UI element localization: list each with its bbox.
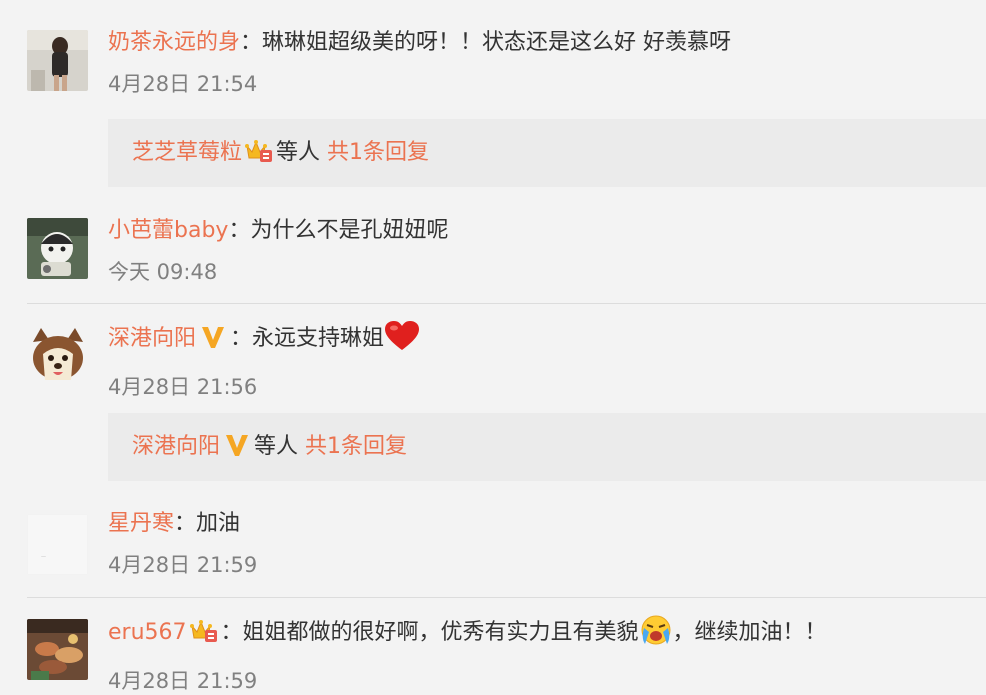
avatar[interactable] xyxy=(27,30,88,91)
crying-face-emoji-icon xyxy=(639,614,673,655)
colon: ： xyxy=(228,218,251,243)
comment-text-tail: ，继续加油！！ xyxy=(672,620,827,645)
reply-middle-text: 等人 xyxy=(254,434,299,459)
colon: ： xyxy=(240,30,263,55)
avatar[interactable] xyxy=(27,619,88,680)
username-link[interactable]: eru567 xyxy=(108,620,187,645)
comment-time: 4月28日 21:54 xyxy=(108,72,258,96)
reply-username-link[interactable]: 芝芝草莓粒 xyxy=(132,140,242,165)
crown-member-badge-icon xyxy=(244,138,274,174)
avatar[interactable]: — xyxy=(27,514,88,575)
crown-member-badge-icon xyxy=(189,618,219,653)
comment-text: 姐姐都做的很好啊，优秀有实力且有美貌 xyxy=(242,620,639,645)
username-link[interactable]: 星丹寒 xyxy=(108,511,174,536)
reply-summary[interactable]: 芝芝草莓粒 等人 共1条回复 xyxy=(108,119,986,187)
colon: ： xyxy=(220,620,243,645)
reply-count-link[interactable]: 共1条回复 xyxy=(327,140,429,165)
reply-count-link[interactable]: 共1条回复 xyxy=(305,434,407,459)
avatar[interactable] xyxy=(27,218,88,279)
username-link[interactable]: 小芭蕾baby xyxy=(108,218,228,243)
divider xyxy=(27,303,986,304)
username-link[interactable]: 奶茶永远的身 xyxy=(108,30,240,55)
comment-time: 4月28日 21:59 xyxy=(108,669,258,693)
reply-username-link[interactable]: 深港向阳 xyxy=(132,434,220,459)
comment-text: 永远支持琳姐 xyxy=(252,326,385,351)
comment-text: 琳琳姐超级美的呀！！状态还是这么好 好羡慕呀 xyxy=(262,30,732,55)
verified-v-icon xyxy=(200,325,226,358)
reply-middle-text: 等人 xyxy=(276,140,321,165)
comment-time: 4月28日 21:59 xyxy=(108,553,258,577)
comment-time: 4月28日 21:56 xyxy=(108,375,258,399)
avatar[interactable] xyxy=(27,324,88,385)
colon: ： xyxy=(174,511,197,536)
comment-text: 加油 xyxy=(196,511,241,536)
verified-v-icon xyxy=(224,433,250,467)
heart-emoji-icon xyxy=(384,320,420,361)
divider xyxy=(27,597,986,598)
comment-time: 今天 09:48 xyxy=(108,260,218,284)
svg-text:—: — xyxy=(41,554,46,560)
username-link[interactable]: 深港向阳 xyxy=(108,326,196,351)
comment-text: 为什么不是孔妞妞呢 xyxy=(250,218,449,243)
reply-summary[interactable]: 深港向阳 等人 共1条回复 xyxy=(108,413,986,481)
colon: ： xyxy=(230,326,253,351)
